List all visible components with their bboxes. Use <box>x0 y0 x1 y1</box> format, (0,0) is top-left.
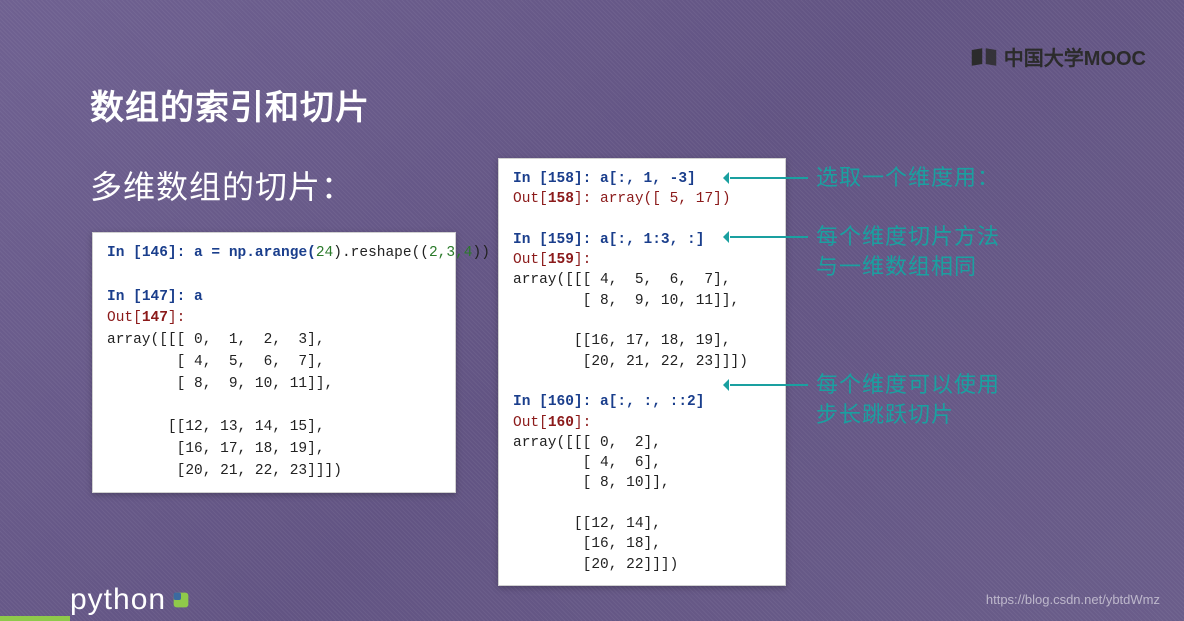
code-block-right: In [158]: a[:, 1, -3] Out[158]: array([ … <box>498 158 786 586</box>
python-text: python <box>70 583 166 617</box>
python-icon <box>170 589 192 611</box>
accent-bar <box>0 616 70 621</box>
array-output-159: array([[[ 4, 5, 6, 7], [ 8, 9, 10, 11]],… <box>513 272 748 369</box>
python-logo: python <box>70 583 192 617</box>
slide-subheading: 多维数组的切片： <box>90 162 354 208</box>
array-output-160: array([[[ 0, 2], [ 4, 6], [ 8, 10]], [[1… <box>513 435 678 573</box>
brand-text: 中国大学MOOC <box>1004 42 1146 71</box>
book-icon <box>970 46 998 68</box>
arrow-icon <box>730 236 808 238</box>
array-output-147: array([[[ 0, 1, 2, 3], [ 4, 5, 6, 7], [ … <box>107 332 342 479</box>
arrow-icon <box>730 177 808 179</box>
slide-heading: 数组的索引和切片 <box>90 80 370 129</box>
annotation-3: 每个维度可以使用 步长跳跃切片 <box>816 370 1000 429</box>
annotation-2: 每个维度切片方法 与一维数组相同 <box>816 222 1000 281</box>
code-block-left: In [146]: a = np.arange(24).reshape((2,3… <box>92 232 456 493</box>
watermark: https://blog.csdn.net/ybtdWmz <box>986 592 1160 607</box>
annotation-1: 选取一个维度用： <box>816 163 1000 193</box>
brand-logo: 中国大学MOOC <box>970 42 1146 71</box>
arrow-icon <box>730 384 808 386</box>
